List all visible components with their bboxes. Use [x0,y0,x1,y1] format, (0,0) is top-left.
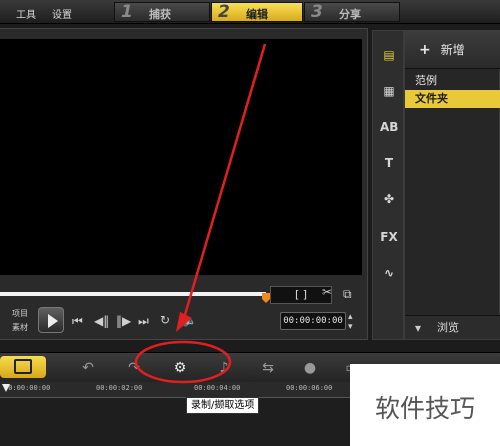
browse-label: 浏览 [437,321,459,334]
scissors-icon[interactable]: ✂ [322,285,332,299]
browse-icon: ▾ [415,321,422,335]
tooltip-record-capture: 录制/撷取选项 [186,397,260,414]
undo-icon[interactable]: ↶ [78,360,98,376]
auto-music-icon[interactable]: ⇆ [258,360,278,376]
tab-capture[interactable]: 1 捕获 [114,2,210,22]
timecode-display[interactable]: 00:00:00:00 [280,312,346,330]
volume-icon[interactable]: 🔈 [182,313,197,327]
step-number: 2 [218,2,230,22]
redo-icon[interactable]: ↷ [124,360,144,376]
library-header: + 新增 [405,31,500,69]
instant-project-icon[interactable]: ▦ [380,83,398,99]
ruler-tick: 00:00:02:00 [96,384,143,392]
ruler-tick: 00:00:00:00 [4,384,51,392]
motion-tracking-icon[interactable]: ● [300,360,320,376]
scrub-bar[interactable] [0,292,266,296]
play-icon [48,314,58,328]
preview-screen [0,39,362,275]
watermark: 软件技巧 [350,364,500,446]
media-library-icon[interactable]: ▤ [380,47,398,63]
mode-clip-label[interactable]: 素材 [12,322,28,333]
tab-label: 编辑 [246,8,268,21]
library-panel: + 新增 范例 文件夹 浏览 ▾ [404,30,500,340]
plus-icon: + [419,42,431,58]
go-to-start-icon[interactable]: ⏮ [72,314,83,329]
tab-share[interactable]: 3 分享 [304,2,400,22]
next-frame-icon[interactable]: ‖▶ [116,314,131,328]
top-menu-bar: 工具 设置 1 捕获 2 编辑 3 分享 [0,0,500,24]
filter-fx-icon[interactable]: FX [380,229,398,245]
transition-icon[interactable]: AB [380,119,398,135]
tab-label: 捕获 [149,8,171,21]
storyboard-icon [14,359,32,374]
ruler-tick: 00:00:04:00 [194,384,241,392]
menu-settings[interactable]: 设置 [52,6,72,21]
audio-mixer-icon[interactable]: ♪ [214,360,234,376]
add-folder-button[interactable]: + 新增 [419,41,465,58]
tab-label: 分享 [339,8,361,21]
play-button[interactable] [38,307,64,333]
path-icon[interactable]: ∿ [380,265,398,281]
tab-edit[interactable]: 2 编辑 [211,2,303,22]
record-capture-icon[interactable]: ⚙ [170,360,190,376]
timecode-stepper-icon[interactable]: ▴ ▾ [348,312,353,332]
library-toolbar: ▤ ▦ AB T ✤ FX ∿ [372,30,404,340]
title-icon[interactable]: T [380,155,398,171]
ruler-tick: 00:00:06:00 [286,384,333,392]
add-label: 新增 [440,43,465,57]
library-item-samples[interactable]: 范例 [405,72,500,90]
repeat-icon[interactable]: ↻ [160,313,170,327]
storyboard-view-button[interactable] [0,356,46,378]
step-number: 3 [311,2,323,22]
previous-frame-icon[interactable]: ◀‖ [94,314,109,328]
mode-project-label[interactable]: 项目 [12,308,28,319]
enlarge-icon[interactable]: ⧉ [343,287,352,302]
playhead-marker[interactable] [2,384,10,392]
menu-tools[interactable]: 工具 [16,6,36,21]
graphics-icon[interactable]: ✤ [380,191,398,207]
step-number: 1 [121,2,133,22]
library-item-folder[interactable]: 文件夹 [405,90,500,108]
go-to-end-icon[interactable]: ⏭ [138,314,149,329]
